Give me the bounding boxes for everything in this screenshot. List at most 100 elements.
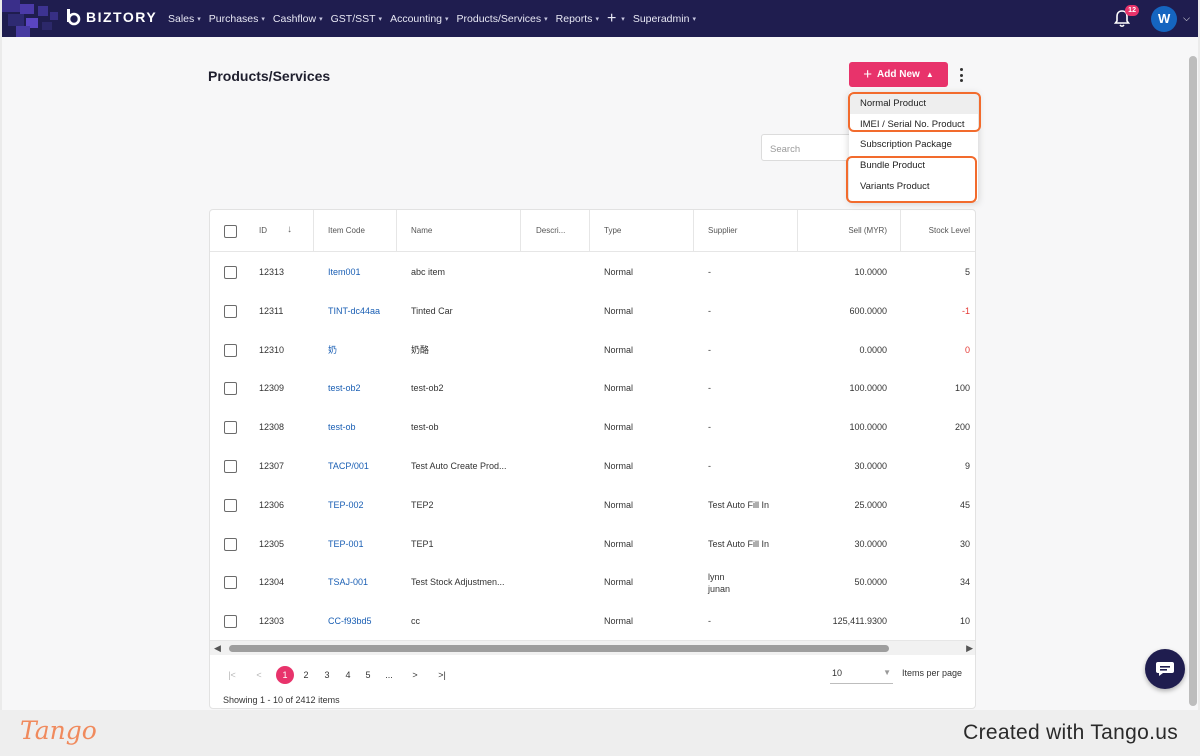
table-row[interactable]: 12304 TSAJ-001 Test Stock Adjustmen... Norm… — [210, 563, 975, 602]
cell-item-code[interactable]: 奶 — [328, 331, 337, 370]
menu-item-variants-product[interactable]: Variants Product — [849, 177, 978, 197]
menu-cashflow[interactable]: Cashflow ▾ — [273, 13, 323, 25]
table-row[interactable]: 12303 CC-f93bd5 cc Normal - 125,411.9300 10 — [210, 602, 975, 641]
cell-item-code[interactable]: TEP-001 — [328, 525, 364, 564]
cell-stock-level: 5 — [964, 267, 970, 277]
row-checkbox[interactable] — [224, 537, 237, 551]
table-row[interactable]: 12310 奶 奶酪 Normal - 0.0000 0 — [210, 331, 975, 370]
cell-sell: 100.0000 — [849, 383, 887, 394]
column-header-stock-level[interactable]: Stock Level — [901, 210, 970, 252]
page-3-button[interactable]: 3 — [318, 666, 336, 684]
cell-item-code[interactable]: TSAJ-001 — [328, 563, 368, 602]
menu-item-bundle-product[interactable]: Bundle Product — [849, 156, 978, 176]
row-checkbox[interactable] — [224, 421, 237, 435]
table-row[interactable]: 12307 TACP/001 Test Auto Create Prod... Nor… — [210, 447, 975, 486]
menu-gst-sst[interactable]: GST/SST ▾ — [331, 13, 382, 25]
table-row[interactable]: 12309 test-ob2 test-ob2 Normal - 100.0000 100 — [210, 369, 975, 408]
cell-sell: 10.0000 — [854, 267, 887, 277]
cell-type: Normal — [604, 538, 634, 549]
last-page-button[interactable]: >| — [433, 666, 451, 684]
table-row[interactable]: 12305 TEP-001 TEP1 Normal Test Auto Fill In 3… — [210, 525, 975, 564]
cell-supplier: - — [708, 616, 711, 627]
user-avatar[interactable]: W — [1151, 5, 1178, 32]
scrollbar-thumb[interactable] — [1189, 56, 1197, 706]
brand[interactable]: BIZTORY — [64, 8, 157, 26]
search-input[interactable]: Search — [761, 134, 857, 161]
row-checkbox[interactable] — [224, 498, 237, 512]
cell-stock-level: 10 — [959, 616, 970, 627]
row-checkbox[interactable] — [224, 615, 237, 629]
cell-name: TEP1 — [411, 538, 434, 549]
column-header-type[interactable]: Type — [604, 210, 621, 252]
column-header-sell[interactable]: Sell (MYR) — [798, 210, 887, 252]
chevron-down-icon[interactable]: ⌵ — [1183, 13, 1190, 24]
cell-name: Test Auto Create Prod... — [411, 461, 507, 471]
column-header-supplier[interactable]: Supplier — [708, 210, 737, 252]
menu-superadmin[interactable]: Superadmin ▾ — [633, 13, 696, 25]
row-checkbox[interactable] — [224, 460, 237, 473]
chat-icon — [1156, 662, 1174, 676]
chat-button[interactable] — [1145, 649, 1185, 689]
menu-item-normal-product[interactable]: Normal Product — [849, 94, 978, 114]
nav-right: 12 W ⌵ — [1111, 0, 1198, 37]
column-divider — [693, 210, 694, 252]
scroll-right-icon[interactable]: ▶ — [966, 643, 973, 654]
menu-reports[interactable]: Reports ▾ — [556, 13, 599, 25]
menu-sales[interactable]: Sales ▾ — [168, 13, 201, 25]
menu-superadmin-label: Superadmin — [632, 12, 690, 25]
cell-id: 12306 — [259, 499, 285, 510]
row-checkbox[interactable] — [224, 343, 237, 357]
column-header-name[interactable]: Name — [411, 210, 432, 252]
table-row[interactable]: 12311 TINT-dc44aa Tinted Car Normal - 600.000… — [210, 292, 975, 331]
cell-stock-level: 9 — [964, 461, 970, 471]
table-row[interactable]: 12306 TEP-002 TEP2 Normal Test Auto Fill In 2… — [210, 486, 975, 525]
row-checkbox[interactable] — [224, 304, 237, 318]
menu-products-services[interactable]: Products/Services ▾ — [457, 13, 548, 25]
cell-item-code[interactable]: test-ob — [328, 408, 356, 447]
sort-down-icon[interactable]: ↓ — [287, 224, 292, 235]
cell-item-code[interactable]: TEP-002 — [328, 486, 364, 525]
vertical-scrollbar[interactable] — [1188, 42, 1198, 706]
menu-products-services-label: Products/Services — [456, 12, 542, 25]
scrollbar-thumb[interactable] — [229, 645, 889, 652]
menu-item-subscription-package[interactable]: Subscription Package — [849, 135, 978, 155]
prev-page-button[interactable]: < — [250, 666, 268, 684]
cell-name: Test Stock Adjustmen... — [411, 577, 505, 588]
scroll-left-icon[interactable]: ◀ — [214, 643, 221, 654]
cell-item-code[interactable]: CC-f93bd5 — [328, 602, 372, 641]
page-2-button[interactable]: 2 — [297, 666, 315, 684]
horizontal-scrollbar[interactable]: ◀ ▶ — [210, 640, 975, 655]
column-header-description[interactable]: Descri... — [536, 210, 565, 252]
cell-item-code[interactable]: TACP/001 — [328, 447, 369, 486]
cell-item-code[interactable]: Item001 — [328, 253, 361, 292]
column-header-id[interactable]: ID — [259, 210, 267, 252]
page-4-button[interactable]: 4 — [339, 666, 357, 684]
cell-item-code[interactable]: TINT-dc44aa — [328, 292, 380, 331]
tango-credit: Created with Tango.us — [963, 721, 1178, 744]
table-row[interactable]: 12313 Item001 abc item Normal - 10.0000 5 — [210, 253, 975, 292]
menu-accounting[interactable]: Accounting ▾ — [390, 13, 448, 25]
more-pages-button[interactable]: ... — [380, 666, 398, 684]
menu-item-imei-serial-product[interactable]: IMEI / Serial No. Product — [849, 115, 978, 135]
row-checkbox[interactable] — [224, 266, 237, 279]
page-5-button[interactable]: 5 — [359, 666, 377, 684]
cell-sell: 600.0000 — [849, 305, 887, 316]
cell-item-code[interactable]: test-ob2 — [328, 369, 361, 408]
page-1-button[interactable]: 1 — [276, 666, 294, 684]
row-checkbox[interactable] — [224, 576, 237, 590]
table-row[interactable]: 12308 test-ob test-ob Normal - 100.0000 200 — [210, 408, 975, 447]
cell-name: test-ob2 — [411, 383, 444, 394]
menu-purchases[interactable]: Purchases ▾ — [209, 13, 265, 25]
first-page-button[interactable]: |< — [223, 666, 241, 684]
items-per-page-select[interactable]: 10 ▼ — [830, 664, 893, 684]
more-options-button[interactable] — [956, 68, 966, 82]
next-page-button[interactable]: > — [406, 666, 424, 684]
row-checkbox[interactable] — [224, 382, 237, 396]
menu-quick-add[interactable]: + ▾ — [607, 10, 625, 27]
notifications-button[interactable]: 12 — [1111, 4, 1139, 30]
select-all-checkbox[interactable] — [224, 225, 237, 238]
cell-stock-level: 200 — [954, 422, 970, 433]
add-new-button[interactable]: + Add New ▲ — [849, 62, 948, 87]
cell-id: 12304 — [259, 577, 285, 588]
column-header-item-code[interactable]: Item Code — [328, 210, 365, 252]
